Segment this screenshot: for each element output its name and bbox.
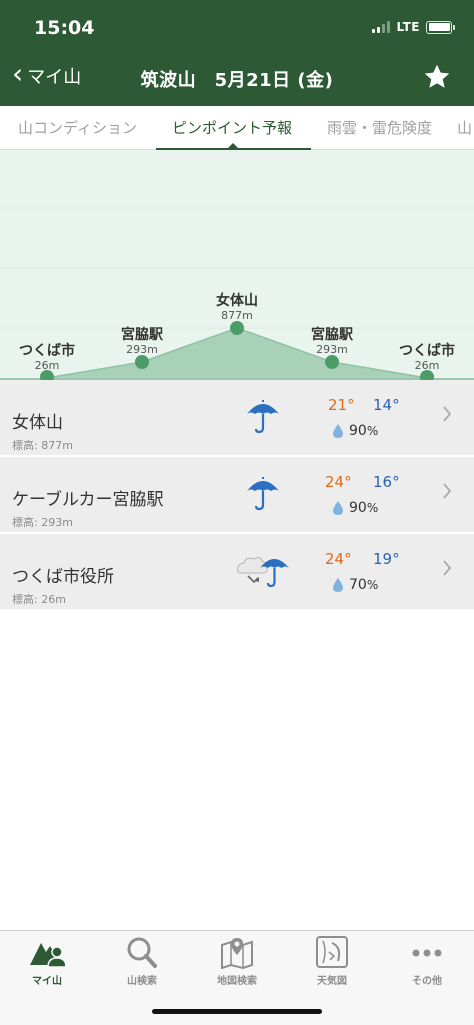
rain-value: 70 (349, 577, 367, 593)
home-indicator (152, 1009, 322, 1014)
nav-label: マイ山 (32, 976, 62, 987)
profile-point[interactable] (325, 355, 339, 369)
location-altitude: 標高: 26m (12, 593, 66, 606)
status-time: 15:04 (34, 17, 95, 39)
temp-max: 24° (325, 550, 352, 568)
map-icon (221, 938, 253, 969)
status-indicators: LTE (372, 20, 455, 34)
location-name: ケーブルカー宮脇駅 (12, 490, 164, 510)
forecast-row[interactable]: ケーブルカー宮脇駅 標高: 293m 24° 16° 90% (0, 457, 474, 534)
location-altitude: 標高: 877m (12, 439, 73, 452)
raindrop-icon (333, 578, 343, 592)
more-icon (412, 949, 442, 957)
raindrop-icon (333, 501, 343, 515)
profile-point-name: 宮脇駅 (311, 327, 353, 343)
profile-point[interactable] (135, 355, 149, 369)
profile-point-name: つくば市 (19, 343, 75, 359)
profile-point-name: 宮脇駅 (121, 327, 163, 343)
app-header: 15:04 LTE ‹ マイ山 筑波山 5月21日 (金) (0, 0, 474, 106)
temp-min: 14° (373, 396, 400, 414)
nav-label: その他 (412, 976, 442, 987)
umbrella-rain-icon (247, 400, 279, 434)
location-name: 女体山 (12, 413, 63, 433)
nav-map-search[interactable]: 地図検索 (190, 931, 284, 1001)
nav-weather-map[interactable]: 天気図 (285, 931, 379, 1001)
tab-mountain-condition[interactable]: 山コンディション (18, 106, 137, 149)
rain-probability: 90% (333, 423, 378, 439)
rain-unit: % (366, 501, 379, 515)
umbrella-rain-icon (247, 477, 279, 511)
battery-icon (426, 20, 455, 34)
nav-label: 山検索 (127, 976, 157, 987)
my-mountain-icon (30, 943, 65, 968)
page-title: 筑波山 5月21日 (金) (140, 70, 334, 91)
nav-mountain-search[interactable]: 山検索 (95, 931, 189, 1001)
rain-value: 90 (349, 500, 367, 516)
temp-min: 16° (373, 473, 400, 491)
profile-point-altitude: 877m (221, 309, 253, 322)
rain-probability: 70% (333, 577, 378, 593)
weather-map-icon (316, 936, 348, 968)
forecast-row[interactable]: つくば市役所 標高: 26m 24° 19° 70% (0, 534, 474, 611)
forecast-row[interactable]: 女体山 標高: 877m 21° 14° 90% (0, 380, 474, 457)
profile-point-name: つくば市 (399, 343, 455, 359)
temp-min: 19° (373, 550, 400, 568)
tab-rain-thunder-risk[interactable]: 雨雲・雷危険度 (327, 106, 432, 149)
profile-point-altitude: 26m (34, 359, 60, 372)
raindrop-icon (333, 424, 343, 438)
network-type: LTE (396, 20, 420, 34)
temp-max: 21° (328, 396, 355, 414)
profile-point-name: 女体山 (216, 293, 258, 309)
profile-point-altitude: 26m (414, 359, 440, 372)
search-icon (127, 937, 157, 968)
profile-point-altitude: 293m (126, 343, 158, 356)
tab-more[interactable]: 山 (457, 106, 472, 149)
chevron-right-icon (443, 483, 452, 499)
rain-value: 90 (349, 423, 367, 439)
cloudy-then-rain-icon (237, 557, 289, 588)
location-name: つくば市役所 (12, 567, 114, 587)
rain-unit: % (366, 578, 379, 592)
location-altitude: 標高: 293m (12, 516, 73, 529)
profile-point-altitude: 293m (316, 343, 348, 356)
rain-unit: % (366, 424, 379, 438)
signal-icon (372, 21, 391, 33)
nav-my-mountain[interactable]: マイ山 (0, 931, 94, 1001)
nav-label: 地図検索 (217, 976, 257, 987)
chevron-right-icon (443, 406, 452, 422)
forecast-list: 女体山 標高: 877m 21° 14° 90% ケーブルカー宮脇駅 標高: 2… (0, 380, 474, 611)
nav-label: 天気図 (317, 976, 347, 987)
profile-point[interactable] (230, 321, 244, 335)
nav-more[interactable]: その他 (380, 931, 474, 1001)
elevation-profile: つくば市 26m 宮脇駅 293m 女体山 877m 宮脇駅 293m つくば市… (0, 150, 474, 380)
favorite-star-icon[interactable] (422, 62, 452, 92)
rain-probability: 90% (333, 500, 378, 516)
temp-max: 24° (325, 473, 352, 491)
chevron-right-icon (443, 560, 452, 576)
active-tab-caret (228, 143, 238, 148)
